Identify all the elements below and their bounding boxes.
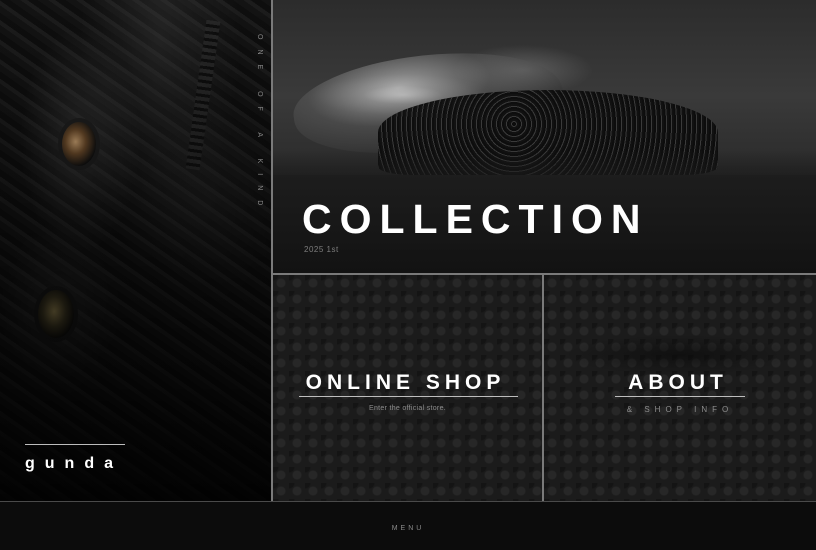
hero-shade: [0, 0, 271, 501]
about-divider: [615, 396, 745, 397]
online-shop-title[interactable]: ONLINE SHOP: [273, 371, 540, 395]
collection-banner[interactable]: COLLECTION 2025 1st: [273, 0, 816, 274]
divider-vertical: [271, 0, 273, 502]
collection-subtitle: 2025 1st: [304, 245, 339, 254]
tagline-vertical: ONE OF A KIND: [256, 34, 263, 216]
menu-button[interactable]: MENU: [0, 525, 816, 532]
collection-title[interactable]: COLLECTION: [302, 196, 648, 243]
about-subtitle: & SHOP INFO: [626, 405, 734, 414]
page: ONE OF A KIND gunda COLLECTION 2025 1st …: [0, 0, 816, 550]
online-shop-subtitle: Enter the official store.: [368, 405, 447, 412]
brand-logo[interactable]: gunda: [25, 455, 123, 473]
menu-bar[interactable]: MENU: [0, 502, 816, 550]
divider-vertical: [542, 275, 544, 502]
online-shop-divider: [299, 396, 518, 397]
online-shop-panel[interactable]: ONLINE SHOP Enter the official store.: [273, 275, 542, 501]
about-panel[interactable]: ABOUT & SHOP INFO: [544, 275, 816, 501]
brand-divider: [25, 444, 125, 445]
hero-image: ONE OF A KIND gunda: [0, 0, 271, 501]
brush-decoration: [564, 335, 794, 375]
about-title[interactable]: ABOUT: [544, 371, 814, 395]
